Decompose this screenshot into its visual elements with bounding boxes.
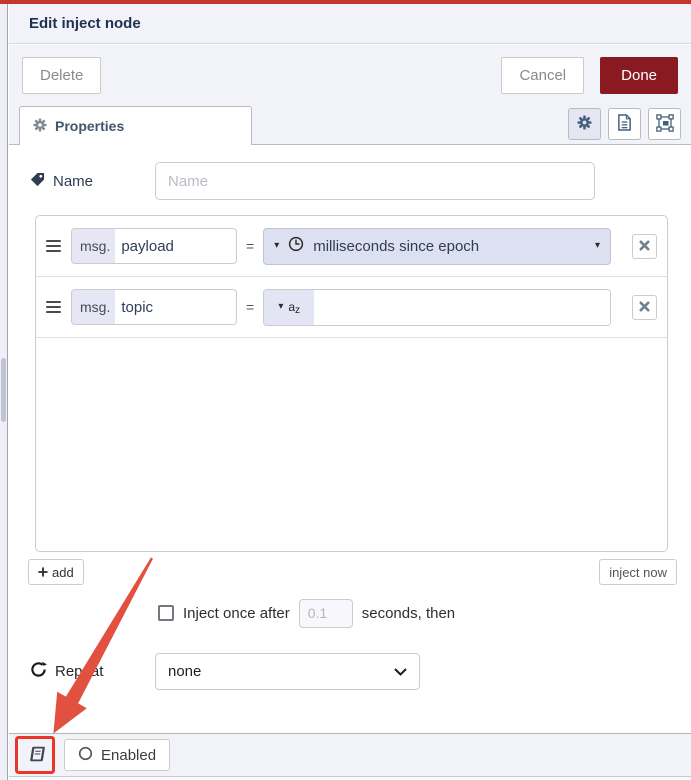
tab-row: Properties <box>9 105 691 145</box>
inject-once-seconds-input[interactable] <box>298 598 353 628</box>
refresh-icon <box>30 661 47 682</box>
circle-icon <box>78 746 93 765</box>
caret-down-icon: ▾ <box>278 301 284 312</box>
done-button[interactable]: Done <box>600 56 678 94</box>
repeat-row: Repeat none <box>30 653 670 690</box>
caret-down-icon: ▾ <box>274 240 280 251</box>
property-name: topic <box>121 298 154 316</box>
equals-sign: = <box>246 299 255 315</box>
inject-once-checkbox[interactable] <box>158 605 174 621</box>
topic-type-dropdown[interactable]: ▾ az <box>264 289 315 325</box>
add-label: add <box>52 564 74 580</box>
dialog-panel: Edit inject node Delete Cancel Done Prop… <box>9 4 691 780</box>
delete-button[interactable]: Delete <box>22 56 102 94</box>
name-row: Name <box>30 162 630 200</box>
dialog-header: Edit inject node <box>9 4 691 44</box>
drag-handle-icon[interactable] <box>46 237 61 255</box>
topic-property-input[interactable]: msg. topic <box>71 289 237 325</box>
description-tool-button[interactable] <box>608 108 641 140</box>
gear-icon <box>33 117 47 135</box>
remove-row-button[interactable] <box>632 233 657 259</box>
caret-down-icon: ▾ <box>594 240 600 251</box>
equals-sign: = <box>246 238 255 254</box>
inject-once-label: Inject once after <box>183 604 290 622</box>
inject-once-row: Inject once after seconds, then <box>158 597 455 629</box>
document-icon <box>617 114 632 134</box>
tag-icon <box>30 172 45 191</box>
plus-icon <box>38 565 48 580</box>
editor-tab-tools <box>568 108 681 140</box>
node-help-button[interactable] <box>19 740 55 770</box>
props-editable-list: msg. payload = ▾ milliseconds since epoc… <box>35 215 668 552</box>
inject-once-suffix: seconds, then <box>361 604 456 622</box>
repeat-label-text: Repeat <box>55 663 104 680</box>
workspace-top-edge <box>0 0 691 4</box>
edit-inject-node-dialog: Edit inject node Delete Cancel Done Prop… <box>0 0 691 780</box>
payload-type-value: milliseconds since epoch <box>313 237 480 255</box>
string-type-icon: az <box>288 300 301 316</box>
gear-icon <box>577 115 592 133</box>
add-property-button[interactable]: add <box>28 559 84 585</box>
name-label-text: Name <box>53 172 94 190</box>
cancel-button[interactable]: Cancel <box>501 56 585 94</box>
x-icon <box>639 300 650 315</box>
appearance-icon <box>655 113 674 135</box>
properties-tool-button[interactable] <box>568 108 601 140</box>
repeat-select[interactable]: none <box>155 653 420 690</box>
repeat-select-value: none <box>168 663 202 680</box>
property-name: payload <box>121 237 174 255</box>
name-label: Name <box>30 172 155 191</box>
repeat-label: Repeat <box>30 661 103 682</box>
appearance-tool-button[interactable] <box>648 108 681 140</box>
book-icon <box>27 745 47 766</box>
topic-value-field: ▾ az <box>263 288 611 326</box>
msg-prefix-badge: msg. <box>72 229 116 263</box>
msg-prefix-badge: msg. <box>72 290 116 324</box>
chevron-down-icon <box>394 663 407 680</box>
prop-row-topic: msg. topic = ▾ az <box>36 277 667 338</box>
page-title: Edit inject node <box>29 15 141 32</box>
tab-label: Properties <box>55 118 125 134</box>
scrollbar-thumb[interactable] <box>1 358 6 422</box>
remove-row-button[interactable] <box>632 294 657 320</box>
tab-properties[interactable]: Properties <box>19 106 252 145</box>
dialog-content: Name msg. payload = ▾ <box>9 145 691 733</box>
payload-property-input[interactable]: msg. payload <box>71 228 237 264</box>
dialog-button-bar: Delete Cancel Done <box>9 45 691 105</box>
dialog-footer: Enabled <box>9 733 691 776</box>
enabled-label: Enabled <box>101 746 157 764</box>
inject-now-button[interactable]: inject now <box>599 559 677 585</box>
panel-bottom-edge <box>9 776 691 780</box>
enabled-toggle-button[interactable]: Enabled <box>64 739 171 771</box>
topic-value-input[interactable] <box>314 289 610 325</box>
payload-type-dropdown[interactable]: ▾ milliseconds since epoch ▾ <box>263 227 611 265</box>
x-icon <box>639 239 650 254</box>
clock-icon <box>288 236 304 257</box>
left-scrollbar-track[interactable] <box>0 4 8 780</box>
prop-row-payload: msg. payload = ▾ milliseconds since epoc… <box>36 216 667 277</box>
name-input[interactable] <box>155 162 595 200</box>
drag-handle-icon[interactable] <box>46 298 61 316</box>
